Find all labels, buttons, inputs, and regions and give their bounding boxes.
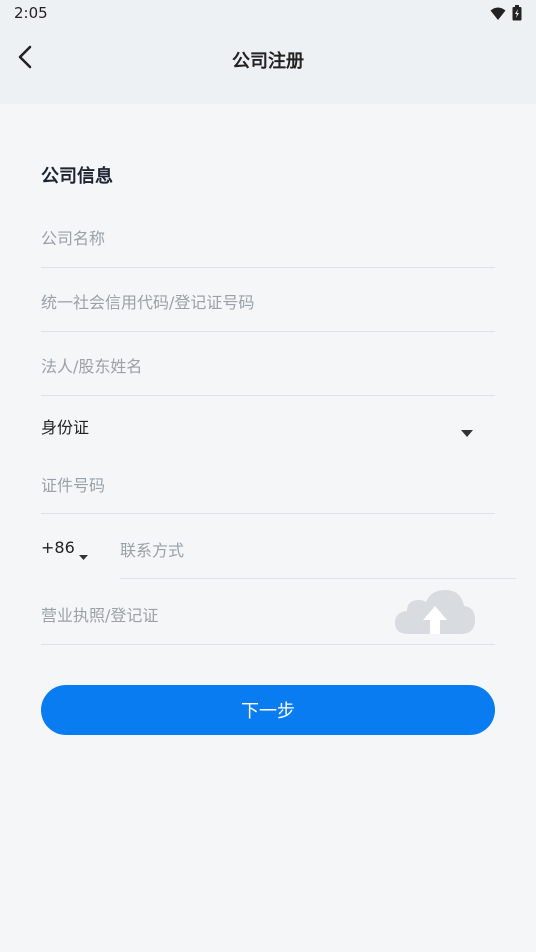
license-label: 营业执照/登记证	[41, 606, 159, 625]
status-time: 2:05	[14, 4, 48, 22]
status-bar: 2:05	[0, 0, 536, 28]
legal-person-placeholder: 法人/股东姓名	[41, 357, 143, 376]
id-number-field[interactable]: 证件号码	[41, 450, 495, 514]
chevron-down-icon	[79, 545, 88, 564]
phone-row: +86 联系方式	[41, 530, 516, 579]
battery-icon	[512, 5, 522, 25]
upload-button[interactable]	[393, 588, 477, 638]
app-header: 2:05 公司注册	[0, 0, 536, 104]
contact-placeholder: 联系方式	[120, 541, 185, 560]
id-number-placeholder: 证件号码	[41, 476, 106, 495]
cloud-upload-icon	[393, 590, 477, 642]
wifi-icon	[490, 6, 506, 25]
status-icons	[490, 5, 522, 25]
license-upload-field: 营业执照/登记证	[41, 580, 495, 645]
country-code-select[interactable]: +86	[41, 530, 101, 564]
contact-input[interactable]: 联系方式	[120, 530, 516, 579]
next-button-label: 下一步	[241, 701, 295, 722]
company-name-placeholder: 公司名称	[41, 229, 106, 248]
country-code-value: +86	[41, 538, 75, 557]
company-name-field[interactable]: 公司名称	[41, 204, 495, 268]
page-title: 公司注册	[232, 51, 304, 72]
credit-code-placeholder: 统一社会信用代码/登记证号码	[41, 293, 255, 312]
credit-code-field[interactable]: 统一社会信用代码/登记证号码	[41, 268, 495, 332]
id-type-select[interactable]: 身份证	[41, 409, 495, 449]
dropdown-caret-icon	[461, 422, 473, 441]
legal-person-field[interactable]: 法人/股东姓名	[41, 332, 495, 396]
id-type-value: 身份证	[41, 418, 90, 437]
section-title: 公司信息	[41, 166, 113, 187]
next-button[interactable]: 下一步	[41, 685, 495, 735]
